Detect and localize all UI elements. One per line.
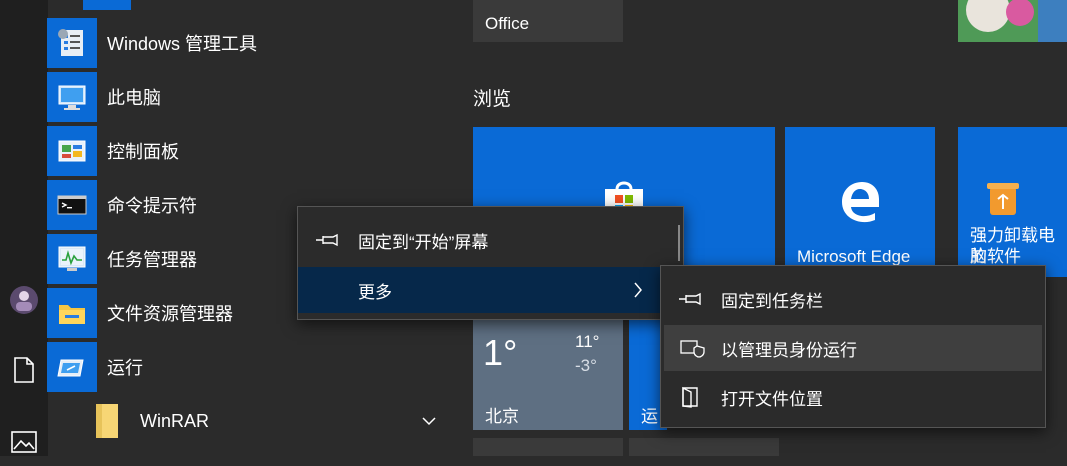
- context-menu: 固定到“开始”屏幕 更多: [297, 206, 684, 320]
- task-manager-icon: [47, 234, 97, 284]
- documents-button[interactable]: [0, 346, 48, 394]
- weather-temp: 1°: [483, 332, 518, 373]
- pictures-icon: [11, 431, 37, 453]
- tile-bottom-1[interactable]: [473, 438, 623, 456]
- menu-item-label: 更多: [358, 282, 392, 302]
- app-item-control-panel[interactable]: 控制面板: [47, 126, 427, 176]
- pictures-button[interactable]: [0, 418, 48, 466]
- admin-tools-icon: [47, 18, 97, 68]
- pin-icon: [661, 292, 721, 306]
- game-artwork-icon: [958, 0, 1067, 42]
- tile-bottom-2[interactable]: [629, 438, 779, 456]
- app-label: 此电脑: [107, 88, 161, 108]
- pin-icon: [298, 233, 358, 247]
- submenu: 固定到任务栏 以管理员身份运行 打开文件位置: [660, 265, 1046, 428]
- app-label: 文件资源管理器: [107, 304, 233, 324]
- app-label: 运行: [107, 358, 143, 378]
- tile-game[interactable]: [958, 0, 1067, 42]
- trash-can-icon: [987, 183, 1019, 215]
- avatar: [10, 286, 38, 314]
- tile-weather[interactable]: 1° 11° -3° 北京: [473, 320, 623, 430]
- weather-high: 11°: [575, 332, 600, 351]
- this-pc-icon: [47, 72, 97, 122]
- user-avatar[interactable]: [0, 276, 48, 324]
- chevron-down-icon[interactable]: [422, 413, 436, 431]
- admin-shield-icon: [664, 338, 721, 358]
- file-explorer-icon: [47, 288, 97, 338]
- weather-low: -3°: [575, 356, 597, 375]
- app-item-admin-tools[interactable]: Windows 管理工具: [47, 18, 427, 68]
- menu-scrollbar[interactable]: [678, 225, 680, 261]
- app-label: 任务管理器: [107, 250, 197, 270]
- menu-item-pin-start[interactable]: 固定到“开始”屏幕: [298, 217, 683, 263]
- group-label: WinRAR: [140, 410, 210, 431]
- app-group-winrar[interactable]: WinRAR: [82, 396, 452, 446]
- command-prompt-icon: [47, 180, 97, 230]
- app-item-run[interactable]: 运行: [47, 342, 427, 392]
- menu-item-run-as-admin[interactable]: 以管理员身份运行: [664, 325, 1042, 371]
- menu-item-label: 固定到任务栏: [721, 291, 823, 311]
- run-icon: [47, 342, 97, 392]
- app-label: 命令提示符: [107, 196, 197, 216]
- open-folder-icon: [661, 386, 721, 408]
- control-panel-icon: [47, 126, 97, 176]
- menu-item-label: 固定到“开始”屏幕: [358, 232, 489, 252]
- tile-label: 运: [641, 407, 658, 426]
- document-icon: [14, 357, 34, 383]
- menu-item-more[interactable]: 更多: [298, 267, 683, 313]
- tile-office[interactable]: Office: [473, 0, 623, 42]
- folder-icon: [82, 397, 130, 445]
- edge-icon: [842, 182, 879, 223]
- left-rail: [0, 0, 48, 456]
- app-label: Windows 管理工具: [107, 34, 258, 54]
- menu-item-open-location[interactable]: 打开文件位置: [661, 374, 1045, 420]
- tile-label: Office: [485, 14, 530, 33]
- tile-edge[interactable]: Microsoft Edge: [785, 127, 935, 277]
- menu-item-label: 以管理员身份运行: [721, 340, 857, 360]
- tile-uninstaller[interactable]: 强力卸载电脑 的软件: [958, 127, 1067, 277]
- weather-city: 北京: [485, 407, 519, 426]
- app-item-this-pc[interactable]: 此电脑: [47, 72, 427, 122]
- tile-label-line2: 的软件: [970, 247, 1021, 266]
- app-label: 控制面板: [107, 142, 179, 162]
- chevron-right-icon: [633, 281, 643, 304]
- tile-label: Microsoft Edge: [797, 247, 911, 266]
- menu-item-pin-taskbar[interactable]: 固定到任务栏: [661, 276, 1045, 322]
- partial-app-tile[interactable]: [83, 0, 131, 10]
- menu-item-label: 打开文件位置: [721, 389, 823, 409]
- section-title-browse: 浏览: [473, 89, 512, 110]
